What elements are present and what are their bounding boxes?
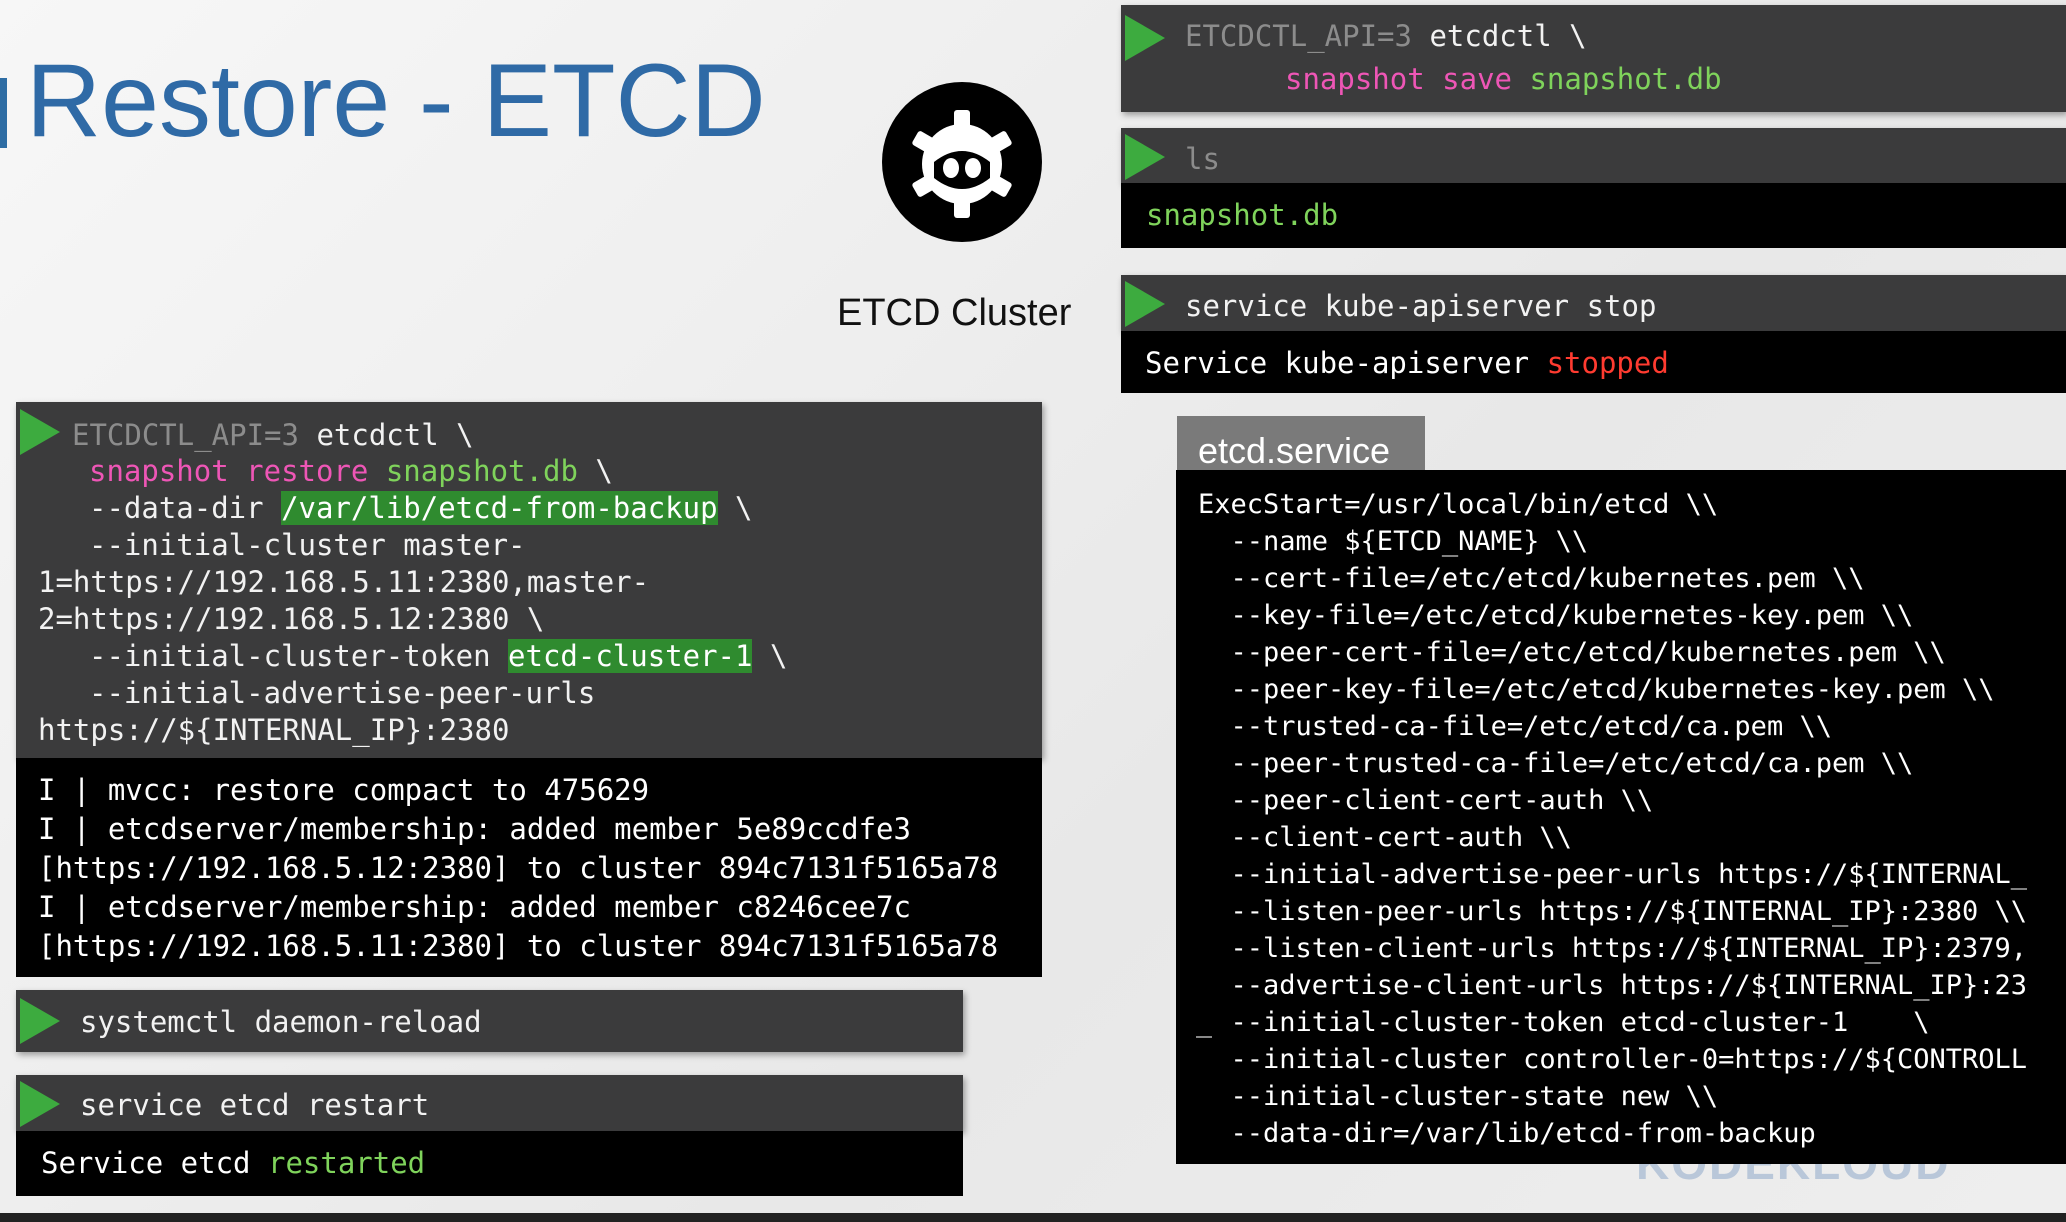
service-line: --trusted-ca-file=/etc/etcd/ca.pem \\ bbox=[1198, 711, 1832, 742]
daemon-reload-command: systemctl daemon-reload bbox=[16, 990, 963, 1052]
command-text: systemctl daemon-reload bbox=[80, 1005, 482, 1039]
service-line: --data-dir=/var/lib/etcd-from-backup bbox=[1198, 1118, 1816, 1149]
play-icon bbox=[1125, 134, 1165, 180]
command-line: --initial-cluster master- bbox=[89, 528, 526, 562]
play-icon bbox=[1125, 281, 1165, 327]
service-line: --initial-cluster controller-0=https://$… bbox=[1198, 1044, 2028, 1075]
etcd-logo-icon bbox=[882, 82, 1042, 242]
output-line: I | etcdserver/membership: added member … bbox=[38, 890, 911, 924]
output-line: I | mvcc: restore compact to 475629 bbox=[38, 773, 650, 807]
ls-command: ls bbox=[1121, 128, 2066, 183]
command-line: 2=https://192.168.5.12:2380 \ bbox=[38, 602, 545, 636]
service-line: --peer-key-file=/etc/etcd/kubernetes-key… bbox=[1198, 674, 1995, 705]
command-text: service etcd restart bbox=[80, 1088, 430, 1122]
command-text: service kube-apiserver stop bbox=[1185, 289, 1657, 323]
output-text: Service etcd restarted bbox=[41, 1146, 426, 1180]
service-line: --client-cert-auth \\ bbox=[1198, 822, 1572, 853]
service-line: --cert-file=/etc/etcd/kubernetes.pem \\ bbox=[1198, 563, 1865, 594]
output-text: snapshot.db bbox=[1146, 198, 1339, 232]
play-icon bbox=[20, 409, 60, 455]
service-line: --peer-cert-file=/etc/etcd/kubernetes.pe… bbox=[1198, 637, 1946, 668]
output-text: Service kube-apiserver stopped bbox=[1145, 346, 1669, 380]
service-line: --initial-advertise-peer-urls https://${… bbox=[1198, 859, 2028, 890]
service-line: --key-file=/etc/etcd/kubernetes-key.pem … bbox=[1198, 600, 1914, 631]
play-icon bbox=[20, 998, 60, 1044]
snapshot-restore-output: I | mvcc: restore compact to 475629 I | … bbox=[16, 758, 1042, 977]
command-line: 1=https://192.168.5.11:2380,master- bbox=[38, 565, 650, 599]
service-line: --advertise-client-urls https://${INTERN… bbox=[1198, 970, 2028, 1001]
apiserver-stop-output: Service kube-apiserver stopped bbox=[1121, 331, 2066, 393]
output-line: [https://192.168.5.12:2380] to cluster 8… bbox=[38, 851, 999, 885]
service-line: --initial-cluster-state new \\ bbox=[1198, 1081, 1719, 1112]
snapshot-save-command: ETCDCTL_API=3 etcdctl \ snapshot save sn… bbox=[1121, 5, 2066, 112]
play-icon bbox=[1125, 15, 1165, 61]
etcd-cluster-label: ETCD Cluster bbox=[837, 292, 1072, 334]
service-line: --peer-trusted-ca-file=/etc/etcd/ca.pem … bbox=[1198, 748, 1914, 779]
snapshot-restore-command: ETCDCTL_API=3 etcdctl \ snapshot restore… bbox=[16, 402, 1042, 758]
service-line: --name ${ETCD_NAME} \\ bbox=[1198, 526, 1589, 557]
apiserver-stop-command: service kube-apiserver stop bbox=[1121, 275, 2066, 331]
etcd-service-file: ExecStart=/usr/local/bin/etcd \\ --name … bbox=[1176, 470, 2066, 1164]
service-line: ExecStart=/usr/local/bin/etcd \\ bbox=[1198, 489, 1719, 520]
title-accent-bar bbox=[0, 78, 7, 148]
service-line: --initial-cluster-token etcd-cluster-1 \ bbox=[1198, 1007, 1930, 1038]
service-line: --peer-client-cert-auth \\ bbox=[1198, 785, 1654, 816]
command-line: snapshot restore snapshot.db \ bbox=[89, 454, 613, 488]
command-line: https://${INTERNAL_IP}:2380 bbox=[38, 713, 510, 747]
etcd-restart-output: Service etcd restarted bbox=[16, 1131, 963, 1196]
command-line: snapshot save snapshot.db bbox=[1285, 62, 1722, 96]
command-text: ls bbox=[1185, 142, 1220, 176]
command-line: --initial-cluster-token etcd-cluster-1 \ bbox=[89, 639, 788, 673]
command-line: ETCDCTL_API=3 etcdctl \ bbox=[1185, 19, 1587, 53]
output-line: I | etcdserver/membership: added member … bbox=[38, 812, 911, 846]
ls-output: snapshot.db bbox=[1121, 183, 2066, 248]
page-title: Restore - ETCD bbox=[26, 43, 766, 159]
service-line: --listen-peer-urls https://${INTERNAL_IP… bbox=[1198, 896, 2028, 927]
service-line: --listen-client-urls https://${INTERNAL_… bbox=[1198, 933, 2028, 964]
output-line: [https://192.168.5.11:2380] to cluster 8… bbox=[38, 929, 999, 963]
tab-etcd-service: etcd.service bbox=[1177, 416, 1425, 470]
command-line: ETCDCTL_API=3 etcdctl \ bbox=[72, 418, 474, 452]
divider bbox=[1196, 1036, 1212, 1038]
play-icon bbox=[20, 1081, 60, 1127]
bottom-border bbox=[0, 1213, 2066, 1222]
command-line: --initial-advertise-peer-urls bbox=[89, 676, 596, 710]
etcd-restart-command: service etcd restart bbox=[16, 1075, 963, 1131]
command-line: --data-dir /var/lib/etcd-from-backup \ bbox=[89, 491, 753, 525]
